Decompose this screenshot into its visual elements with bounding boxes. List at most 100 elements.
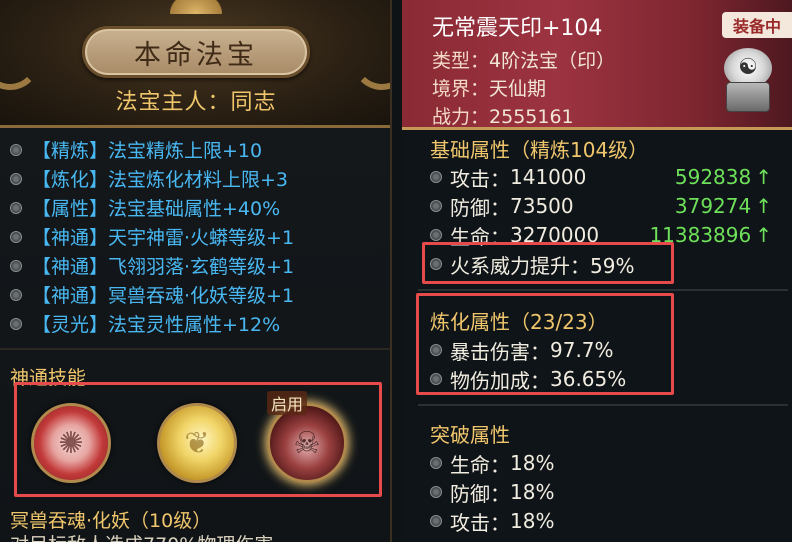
attribute-text: 【精炼】法宝精炼上限+10 — [32, 140, 263, 162]
section-divider — [0, 348, 390, 350]
section-divider — [418, 404, 788, 406]
item-realm-label: 境界： — [432, 78, 490, 100]
item-name: 无常震天印+104 — [432, 16, 603, 41]
base-attributes-title: 基础属性（精炼104级） — [430, 138, 649, 162]
attribute-row: 【神通】天宇神雷·火蟒等级+1 — [10, 222, 390, 251]
skill-beast-devour-button[interactable]: ☠ — [267, 403, 347, 483]
title-plate: 本命法宝 — [82, 26, 310, 78]
treasure-detail-panel: 无常震天印+104 装备中 类型：4阶法宝（印） 境界：天仙期 战力：25551… — [402, 0, 792, 542]
stat-gain: 379274 ↑ — [675, 194, 772, 218]
stat-value: 18% — [510, 480, 555, 504]
attribute-text: 【神通】天宇神雷·火蟒等级+1 — [32, 227, 295, 249]
up-arrow-icon: ↑ — [755, 194, 772, 218]
item-type-value: 4阶法宝（印） — [489, 50, 616, 72]
stat-value: 18% — [510, 451, 555, 475]
attribute-row: 【灵光】法宝灵性属性+12% — [10, 309, 390, 338]
base-stat-row: 攻击： 141000 592838 ↑ — [430, 163, 782, 191]
skills-highlight-box: ✺ ❦ ☠ 启用 — [14, 382, 382, 497]
breakthrough-stat-row: 攻击： 18% — [430, 507, 782, 535]
attribute-row: 【神通】飞翎羽落·玄鹤等级+1 — [10, 251, 390, 280]
fire-boost-row: 火系威力提升：59% — [430, 250, 782, 278]
yin-yang-icon: ☯ — [738, 55, 758, 80]
bullet-icon — [430, 486, 442, 498]
stat-value: 18% — [510, 509, 555, 533]
scroll-ornament-left — [0, 20, 40, 90]
item-power-value: 2555161 — [489, 106, 574, 128]
breakthrough-stat-row: 生命： 18% — [430, 449, 782, 477]
item-realm-value: 天仙期 — [489, 78, 547, 100]
stat-label: 防御： — [450, 481, 510, 506]
seal-icon: ☯ — [720, 48, 776, 114]
equipped-button[interactable]: 装备中 — [722, 12, 792, 38]
stat-label: 生命： — [450, 452, 510, 477]
attribute-text: 【属性】法宝基础属性+40% — [32, 198, 281, 220]
item-header: 无常震天印+104 装备中 类型：4阶法宝（印） 境界：天仙期 战力：25551… — [402, 0, 792, 130]
owner-line: 法宝主人：同志 — [115, 90, 277, 115]
refine-attributes-title: 炼化属性（23/23） — [430, 310, 608, 334]
attribute-row: 【精炼】法宝精炼上限+10 — [10, 135, 390, 164]
stat-gain-value: 592838 — [674, 165, 752, 189]
attribute-text: 【神通】冥兽吞魂·化妖等级+1 — [32, 285, 295, 307]
stat-gain: 592838 ↑ — [675, 165, 772, 189]
skill-feather-crane-button[interactable]: ❦ — [157, 403, 237, 483]
item-power-line: 战力：2555161 — [432, 102, 574, 129]
stat-value: 141000 — [510, 165, 587, 189]
seal-base — [726, 82, 770, 112]
bullet-icon — [10, 317, 22, 330]
banner-crown-ornament — [170, 0, 222, 14]
base-stat-row: 防御： 73500 379274 ↑ — [430, 192, 782, 220]
up-arrow-icon: ↑ — [755, 165, 772, 189]
stat-label: 攻击： — [450, 510, 510, 535]
bullet-icon — [10, 230, 22, 243]
stat-label: 攻击： — [450, 166, 510, 191]
item-realm-line: 境界：天仙期 — [432, 74, 546, 101]
enabled-badge: 启用 — [267, 391, 308, 415]
bullet-icon — [10, 288, 22, 301]
item-type-label: 类型： — [432, 50, 490, 72]
bullet-icon — [10, 201, 22, 214]
refine-stat-row: 物伤加成： 36.65% — [430, 365, 782, 393]
selected-skill-name: 冥兽吞魂·化妖（10级） — [10, 510, 212, 532]
scroll-ornament-right — [352, 20, 390, 90]
bullet-icon — [430, 229, 442, 241]
attribute-text: 【神通】飞翎羽落·玄鹤等级+1 — [32, 256, 295, 278]
treasure-info-panel: 本命法宝 法宝主人：同志 【精炼】法宝精炼上限+10 【炼化】法宝炼化材料上限+… — [0, 0, 392, 542]
stat-label: 防御： — [450, 195, 510, 220]
bullet-icon — [430, 515, 442, 527]
skill-feather-crane-icon: ❦ — [184, 425, 210, 461]
bullet-icon — [430, 373, 442, 385]
bullet-icon — [430, 258, 442, 270]
stat-value: 73500 — [510, 194, 574, 218]
stat-label: 物伤加成： — [450, 368, 550, 393]
refine-stat-row: 暴击伤害： 97.7% — [430, 336, 782, 364]
bullet-icon — [430, 200, 442, 212]
item-type-line: 类型：4阶法宝（印） — [432, 46, 615, 73]
up-arrow-icon: ↑ — [755, 223, 772, 247]
attribute-row: 【炼化】法宝炼化材料上限+3 — [10, 164, 390, 193]
bullet-icon — [10, 143, 22, 156]
breakthrough-attributes-title: 突破属性 — [430, 423, 510, 447]
skill-beast-devour-icon: ☠ — [293, 425, 321, 461]
bullet-icon — [10, 259, 22, 272]
bullet-icon — [10, 172, 22, 185]
item-power-label: 战力： — [432, 106, 490, 128]
attribute-text: 【灵光】法宝灵性属性+12% — [32, 314, 281, 336]
selected-skill-description: 对目标敌人造成770%物理伤害 — [10, 530, 273, 542]
attribute-text: 【炼化】法宝炼化材料上限+3 — [32, 169, 289, 191]
bullet-icon — [430, 171, 442, 183]
section-divider — [418, 289, 788, 291]
banner-title: 本命法宝 — [134, 39, 258, 71]
attribute-row: 【神通】冥兽吞魂·化妖等级+1 — [10, 280, 390, 309]
skill-thunder-python-button[interactable]: ✺ — [31, 403, 111, 483]
bullet-icon — [430, 457, 442, 469]
bullet-icon — [430, 344, 442, 356]
fire-boost-text: 火系威力提升：59% — [450, 253, 635, 278]
stat-label: 暴击伤害： — [450, 339, 550, 364]
stat-gain-value: 379274 — [674, 194, 752, 218]
title-banner: 本命法宝 法宝主人：同志 — [0, 0, 390, 128]
attribute-list: 【精炼】法宝精炼上限+10 【炼化】法宝炼化材料上限+3 【属性】法宝基础属性+… — [10, 135, 390, 338]
skill-thunder-python-icon: ✺ — [58, 425, 84, 461]
breakthrough-stat-row: 防御： 18% — [430, 478, 782, 506]
attribute-row: 【属性】法宝基础属性+40% — [10, 193, 390, 222]
stat-value: 97.7% — [550, 338, 614, 362]
